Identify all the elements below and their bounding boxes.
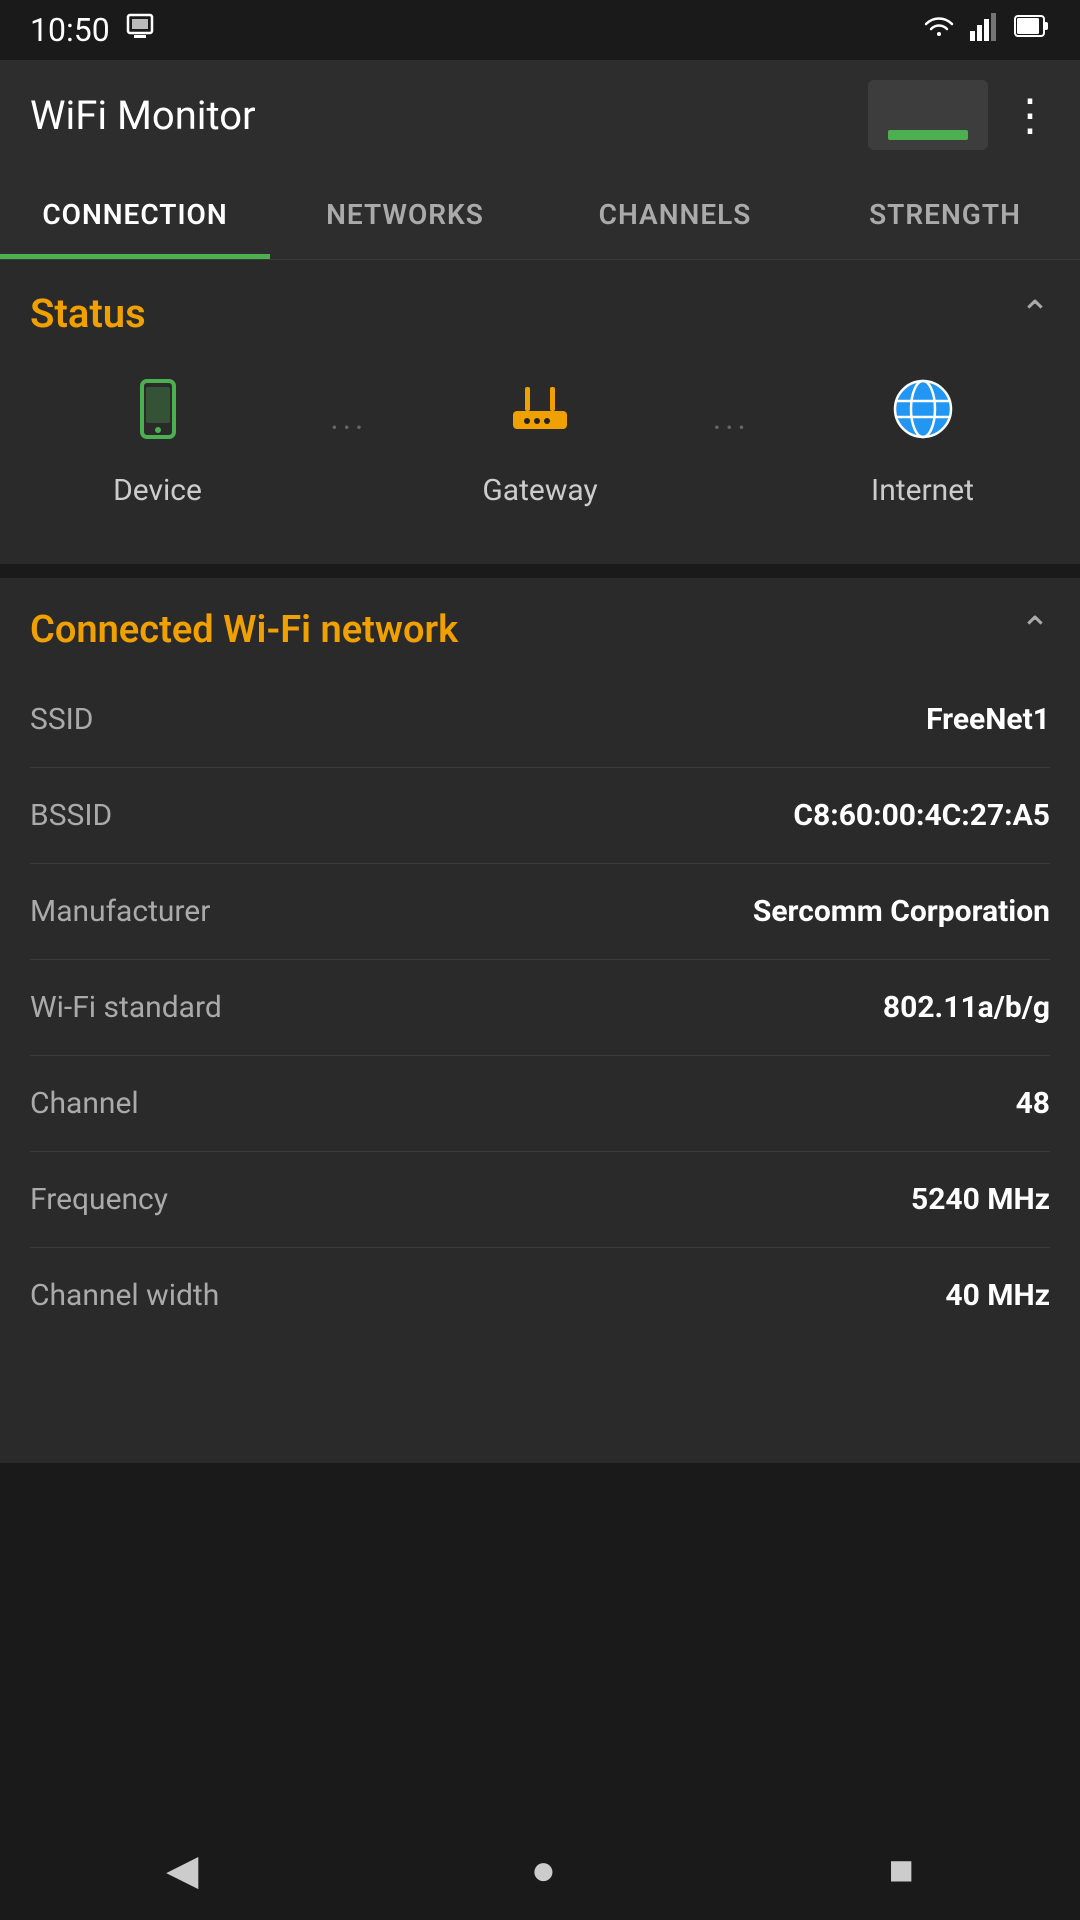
connector-dots-1: ··· [285, 409, 413, 447]
connector-dots-2: ··· [668, 409, 796, 447]
nav-bar: ◀ ● ■ [0, 1820, 1080, 1920]
bssid-row: BSSID C8:60:00:4C:27:A5 [30, 768, 1050, 864]
ssid-row: SSID FreeNet1 [30, 672, 1050, 768]
manufacturer-value: Sercomm Corporation [753, 894, 1050, 929]
signal-icon [970, 11, 1000, 49]
status-icons-row: Device ··· [0, 357, 1080, 548]
status-title: Status [30, 290, 146, 337]
wifi-icon [922, 9, 956, 51]
wifi-standard-value: 802.11a/b/g [883, 990, 1050, 1025]
ssid-label: SSID [30, 702, 93, 737]
wifi-standard-row: Wi-Fi standard 802.11a/b/g [30, 960, 1050, 1056]
connected-network-section: Connected Wi-Fi network ⌃ SSID FreeNet1 … [0, 578, 1080, 1343]
more-options-button[interactable]: ⋮ [1008, 89, 1050, 141]
internet-icon [891, 377, 955, 457]
channel-value: 48 [1016, 1086, 1050, 1121]
status-bar-right [922, 9, 1050, 51]
manufacturer-label: Manufacturer [30, 894, 210, 929]
status-bar: 10:50 [0, 0, 1080, 60]
frequency-value: 5240 MHz [911, 1182, 1050, 1217]
channel-width-row: Channel width 40 MHz [30, 1248, 1050, 1343]
channel-width-value: 40 MHz [945, 1278, 1050, 1313]
bottom-spacer [0, 1343, 1080, 1463]
internet-label: Internet [871, 473, 974, 508]
app-title: WiFi Monitor [30, 92, 256, 139]
status-section-header: Status ⌃ [0, 260, 1080, 357]
status-collapse-button[interactable]: ⌃ [1020, 293, 1050, 335]
wifi-indicator-icon [124, 11, 156, 50]
device-status-item: Device [30, 377, 285, 508]
status-section: Status ⌃ Device ··· [0, 260, 1080, 548]
battery-icon [1014, 12, 1050, 48]
app-bar: WiFi Monitor ⋮ [0, 60, 1080, 170]
internet-status-item: Internet [795, 377, 1050, 508]
network-title: Connected Wi-Fi network [30, 608, 458, 652]
tab-bar: CONNECTION NETWORKS CHANNELS STRENGTH [0, 170, 1080, 260]
home-button[interactable]: ● [531, 1846, 556, 1895]
status-time: 10:50 [30, 11, 110, 49]
channel-row: Channel 48 [30, 1056, 1050, 1152]
device-label: Device [113, 473, 202, 508]
app-bar-actions: ⋮ [868, 80, 1050, 150]
tab-channels[interactable]: CHANNELS [540, 170, 810, 259]
frequency-row: Frequency 5240 MHz [30, 1152, 1050, 1248]
network-collapse-button[interactable]: ⌃ [1020, 609, 1050, 651]
gateway-icon [505, 377, 575, 457]
bssid-value: C8:60:00:4C:27:A5 [793, 798, 1050, 833]
network-section-header: Connected Wi-Fi network ⌃ [30, 578, 1050, 672]
green-indicator-button[interactable] [868, 80, 988, 150]
manufacturer-row: Manufacturer Sercomm Corporation [30, 864, 1050, 960]
section-divider [0, 564, 1080, 578]
channel-width-label: Channel width [30, 1278, 219, 1313]
tab-networks[interactable]: NETWORKS [270, 170, 540, 259]
tab-strength[interactable]: STRENGTH [810, 170, 1080, 259]
frequency-label: Frequency [30, 1182, 168, 1217]
green-bar [888, 130, 968, 140]
wifi-standard-label: Wi-Fi standard [30, 990, 222, 1025]
bssid-label: BSSID [30, 798, 112, 833]
recents-button[interactable]: ■ [888, 1846, 913, 1895]
content-area: Status ⌃ Device ··· [0, 260, 1080, 1463]
tab-connection[interactable]: CONNECTION [0, 170, 270, 259]
gateway-status-item: Gateway [413, 377, 668, 508]
ssid-value: FreeNet1 [926, 702, 1050, 737]
device-icon [126, 377, 190, 457]
status-bar-left: 10:50 [30, 11, 156, 50]
channel-label: Channel [30, 1086, 139, 1121]
gateway-label: Gateway [482, 473, 597, 508]
back-button[interactable]: ◀ [166, 1845, 198, 1895]
